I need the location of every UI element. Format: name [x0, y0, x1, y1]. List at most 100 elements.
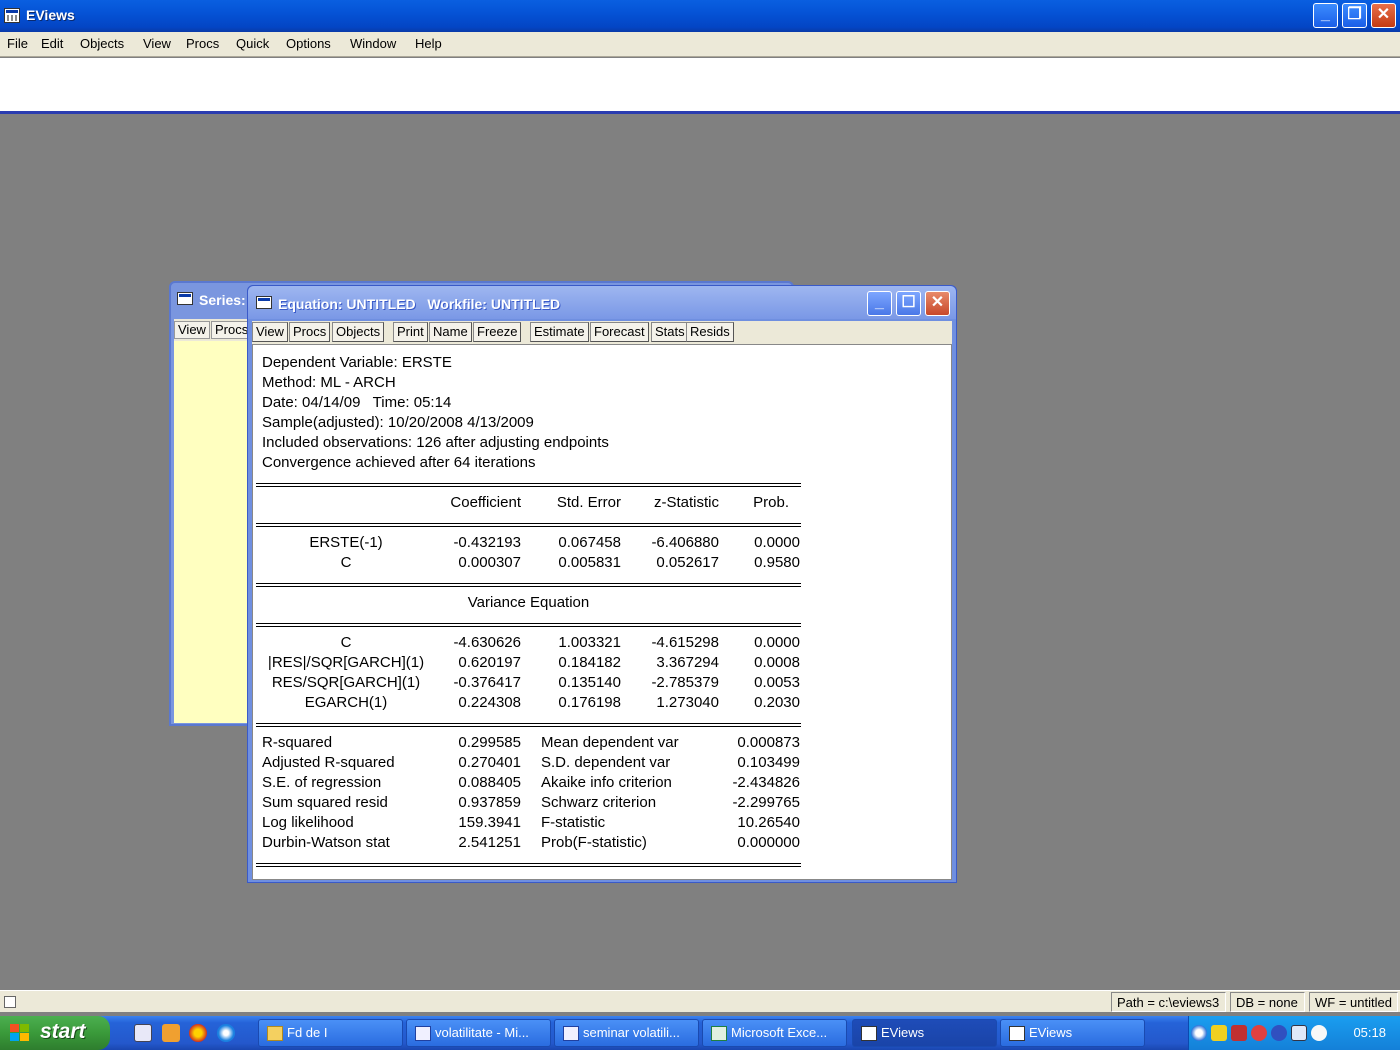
stat-value: 0.299585	[458, 734, 521, 751]
header-date: Date: 04/14/09 Time: 05:14	[262, 394, 452, 411]
status-path: Path = c:\eviews3	[1111, 992, 1226, 1012]
eq-forecast-button[interactable]: Forecast	[590, 322, 649, 342]
row-prob: 0.0053	[754, 674, 800, 691]
series-window-body[interactable]	[174, 341, 254, 723]
task-fd-de-i[interactable]: Fd de I	[258, 1019, 403, 1047]
eviews-app-icon[interactable]	[4, 8, 20, 23]
media-quicklaunch-icon[interactable]	[162, 1024, 180, 1042]
restore-button[interactable]: ❐	[1342, 3, 1367, 28]
task-seminar-volatilitate[interactable]: seminar volatili...	[554, 1019, 699, 1047]
col-std-error: Std. Error	[556, 494, 621, 511]
task-microsoft-excel[interactable]: Microsoft Exce...	[702, 1019, 847, 1047]
close-button[interactable]: ✕	[1371, 3, 1396, 28]
task-label: EViews	[1029, 1025, 1073, 1040]
wireless-icon[interactable]	[1311, 1025, 1327, 1041]
row-coefficient: 0.620197	[458, 654, 521, 671]
variance-equation-title: Variance Equation	[467, 594, 590, 611]
menu-procs[interactable]: Procs	[186, 36, 219, 51]
separator	[256, 723, 801, 724]
series-view-button[interactable]: View	[174, 321, 210, 339]
equation-window-title: Equation: UNTITLED Workfile: UNTITLED	[278, 296, 561, 312]
header-dependent-variable: Dependent Variable: ERSTE	[262, 354, 452, 371]
equation-toolbar: View Procs Objects Print Name Freeze Est…	[252, 321, 952, 344]
task-eviews[interactable]: EViews	[1000, 1019, 1145, 1047]
equation-titlebar[interactable]: Equation: UNTITLED Workfile: UNTITLED _ …	[248, 286, 956, 319]
folder-icon	[267, 1026, 283, 1041]
row-variable: EGARCH(1)	[304, 694, 388, 711]
start-button[interactable]: start	[0, 1016, 110, 1050]
menu-options[interactable]: Options	[286, 36, 331, 51]
stat-value: -2.299765	[732, 794, 800, 811]
menu-help[interactable]: Help	[415, 36, 442, 51]
menu-view[interactable]: View	[143, 36, 171, 51]
word-icon	[415, 1026, 431, 1041]
eq-print-button[interactable]: Print	[393, 322, 428, 342]
stat-label: S.E. of regression	[262, 774, 382, 791]
row-variable: C	[340, 634, 352, 651]
eq-freeze-button[interactable]: Freeze	[473, 322, 522, 342]
chevron-left-icon[interactable]	[1191, 1025, 1207, 1041]
stat-value: 0.103499	[737, 754, 800, 771]
eq-view-button[interactable]: View	[252, 322, 288, 342]
menubar: File Edit Objects View Procs Quick Optio…	[0, 32, 1400, 57]
row-prob: 0.0000	[754, 534, 800, 551]
stat-label: S.D. dependent var	[541, 754, 671, 771]
row-prob: 0.2030	[754, 694, 800, 711]
eviews-icon	[861, 1026, 877, 1041]
task-volatilitate[interactable]: volatilitate - Mi...	[406, 1019, 551, 1047]
row-std-error: 0.135140	[558, 674, 621, 691]
stat-value: 0.088405	[458, 774, 521, 791]
equation-output[interactable]: Dependent Variable: ERSTE Method: ML - A…	[252, 344, 952, 880]
task-label: seminar volatili...	[583, 1025, 680, 1040]
eviews-icon	[1009, 1026, 1025, 1041]
eq-name-button[interactable]: Name	[429, 322, 472, 342]
equation-close-button[interactable]: ✕	[925, 291, 950, 316]
separator	[256, 483, 801, 484]
eq-procs-button[interactable]: Procs	[289, 322, 331, 342]
command-window[interactable]	[0, 58, 1400, 114]
header-convergence: Convergence achieved after 64 iterations	[262, 454, 536, 471]
shield-icon[interactable]	[1211, 1025, 1227, 1041]
row-std-error: 0.067458	[558, 534, 621, 551]
row-coefficient: 0.224308	[458, 694, 521, 711]
row-std-error: 0.176198	[558, 694, 621, 711]
header-observations: Included observations: 126 after adjusti…	[262, 434, 609, 451]
row-coefficient: -0.432193	[453, 534, 521, 551]
monitor-icon[interactable]	[1291, 1025, 1307, 1041]
eq-estimate-button[interactable]: Estimate	[530, 322, 589, 342]
eq-resids-button[interactable]: Resids	[686, 322, 734, 342]
menu-objects[interactable]: Objects	[80, 36, 124, 51]
clock: 05:18	[1353, 1025, 1386, 1040]
player-quicklaunch-icon[interactable]	[189, 1024, 207, 1042]
menu-file[interactable]: File	[7, 36, 28, 51]
stat-label: Schwarz criterion	[541, 794, 657, 811]
equation-maximize-button[interactable]: ☐	[896, 291, 921, 316]
menu-quick[interactable]: Quick	[236, 36, 269, 51]
eq-objects-button[interactable]: Objects	[332, 322, 385, 342]
row-std-error: 0.005831	[558, 554, 621, 571]
task-eviews-active[interactable]: EViews	[852, 1019, 997, 1047]
task-label: volatilitate - Mi...	[435, 1025, 529, 1040]
separator	[256, 623, 801, 624]
menu-edit[interactable]: Edit	[41, 36, 63, 51]
stat-label: Mean dependent var	[541, 734, 679, 751]
antivirus-icon[interactable]	[1251, 1025, 1267, 1041]
row-prob: 0.0000	[754, 634, 800, 651]
stat-value: 0.270401	[458, 754, 521, 771]
separator	[256, 526, 801, 527]
equation-minimize-button[interactable]: _	[867, 291, 892, 316]
bluetooth-icon[interactable]	[1271, 1025, 1287, 1041]
menu-window[interactable]: Window	[350, 36, 396, 51]
statusbar: Path = c:\eviews3 DB = none WF = untitle…	[0, 990, 1400, 1012]
desktop-quicklaunch-icon[interactable]	[134, 1024, 152, 1042]
equation-window[interactable]: Equation: UNTITLED Workfile: UNTITLED _ …	[247, 285, 957, 883]
series-window-title: Series:	[199, 292, 246, 308]
col-prob: Prob.	[753, 494, 789, 511]
network-warning-icon[interactable]	[1231, 1025, 1247, 1041]
separator	[256, 583, 801, 584]
separator	[256, 726, 801, 727]
status-checkbox[interactable]	[4, 996, 16, 1008]
minimize-button[interactable]: _	[1313, 3, 1338, 28]
ie-quicklaunch-icon[interactable]	[217, 1024, 235, 1042]
eq-stats-button[interactable]: Stats	[651, 322, 689, 342]
